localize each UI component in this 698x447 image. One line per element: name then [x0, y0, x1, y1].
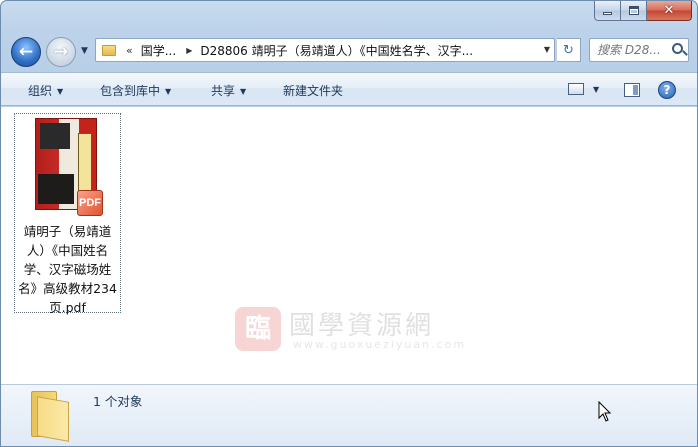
file-item[interactable]: PDF 靖明子（易靖道人）《中国姓名学、汉字磁场姓名》高级教材234页.pdf [14, 113, 121, 315]
include-in-library-menu[interactable]: 包含到库中 ▼ [100, 82, 171, 99]
preview-pane-icon[interactable] [624, 83, 640, 97]
close-icon: ✕ [663, 3, 675, 18]
maximize-button[interactable] [621, 1, 647, 21]
include-in-library-label: 包含到库中 [100, 84, 161, 98]
address-dropdown-icon[interactable]: ▼ [544, 45, 550, 54]
address-bar[interactable]: « 国学... ▶ D28806 靖明子（易靖道人）《中国姓名学、汉字... ▼ [95, 38, 555, 62]
item-count-label: 1 个对象 [93, 394, 143, 409]
caption-buttons: ✕ [594, 1, 692, 21]
new-folder-label: 新建文件夹 [283, 84, 344, 98]
refresh-button[interactable]: ↻ [557, 38, 581, 62]
pdf-file-icon: PDF [35, 118, 103, 216]
watermark-seal: 臨 [235, 307, 281, 351]
breadcrumb-item-guoxue[interactable]: 国学... [141, 42, 176, 59]
chevron-down-icon: ▼ [57, 87, 64, 96]
mouse-cursor-icon [598, 401, 612, 422]
maximize-icon [628, 6, 639, 15]
view-options-dropdown-icon[interactable]: ▼ [593, 85, 599, 94]
search-icon[interactable] [672, 43, 683, 54]
command-bar: 组织 ▼ 包含到库中 ▼ 共享 ▼ 新建文件夹 ▼ ? [1, 72, 697, 106]
watermark-url: www.guoxueziyuan.com [293, 338, 467, 351]
recent-pages-dropdown-icon[interactable]: ▼ [81, 46, 88, 56]
organize-menu[interactable]: 组织 ▼ [28, 82, 63, 99]
folder-icon [102, 44, 116, 56]
refresh-icon: ↻ [563, 42, 574, 58]
organize-label: 组织 [28, 84, 53, 98]
close-button[interactable]: ✕ [647, 1, 692, 21]
watermark-title: 國學資源網 [289, 311, 435, 341]
help-icon[interactable]: ? [658, 81, 676, 99]
forward-arrow-icon: → [53, 41, 69, 62]
share-menu[interactable]: 共享 ▼ [211, 82, 246, 99]
change-view-icon[interactable] [568, 83, 584, 95]
navigation-bar: ← → ▼ « 国学... ▶ D28806 靖明子（易靖道人）《中国姓名学、汉… [1, 34, 697, 67]
chevron-down-icon: ▼ [165, 87, 172, 96]
search-input[interactable] [597, 43, 675, 57]
details-pane: 1 个对象 [1, 384, 697, 446]
chevron-down-icon: ▼ [240, 87, 247, 96]
pdf-badge: PDF [77, 190, 103, 216]
search-box[interactable] [589, 38, 689, 62]
minimize-button[interactable] [594, 1, 621, 21]
explorer-window: ✕ ← → ▼ « 国学... ▶ D28806 靖明子（易靖道人）《中国姓名学… [0, 0, 698, 447]
file-name-label: 靖明子（易靖道人）《中国姓名学、汉字磁场姓名》高级教材234页.pdf [18, 224, 117, 315]
breadcrumb-overflow-button[interactable]: « [126, 44, 133, 57]
minimize-icon [603, 12, 612, 15]
back-button[interactable]: ← [11, 37, 41, 67]
breadcrumb-separator-icon[interactable]: ▶ [186, 46, 192, 55]
watermark-logo: 臨 國學資源網 www.guoxueziyuan.com [235, 305, 465, 355]
back-arrow-icon: ← [18, 41, 34, 62]
new-folder-button[interactable]: 新建文件夹 [283, 82, 343, 99]
forward-button[interactable]: → [46, 37, 76, 67]
share-label: 共享 [211, 84, 236, 98]
folder-icon [31, 391, 73, 442]
breadcrumb-item-current-folder[interactable]: D28806 靖明子（易靖道人）《中国姓名学、汉字... [200, 42, 473, 59]
file-list-area[interactable]: PDF 靖明子（易靖道人）《中国姓名学、汉字磁场姓名》高级教材234页.pdf … [1, 107, 697, 384]
